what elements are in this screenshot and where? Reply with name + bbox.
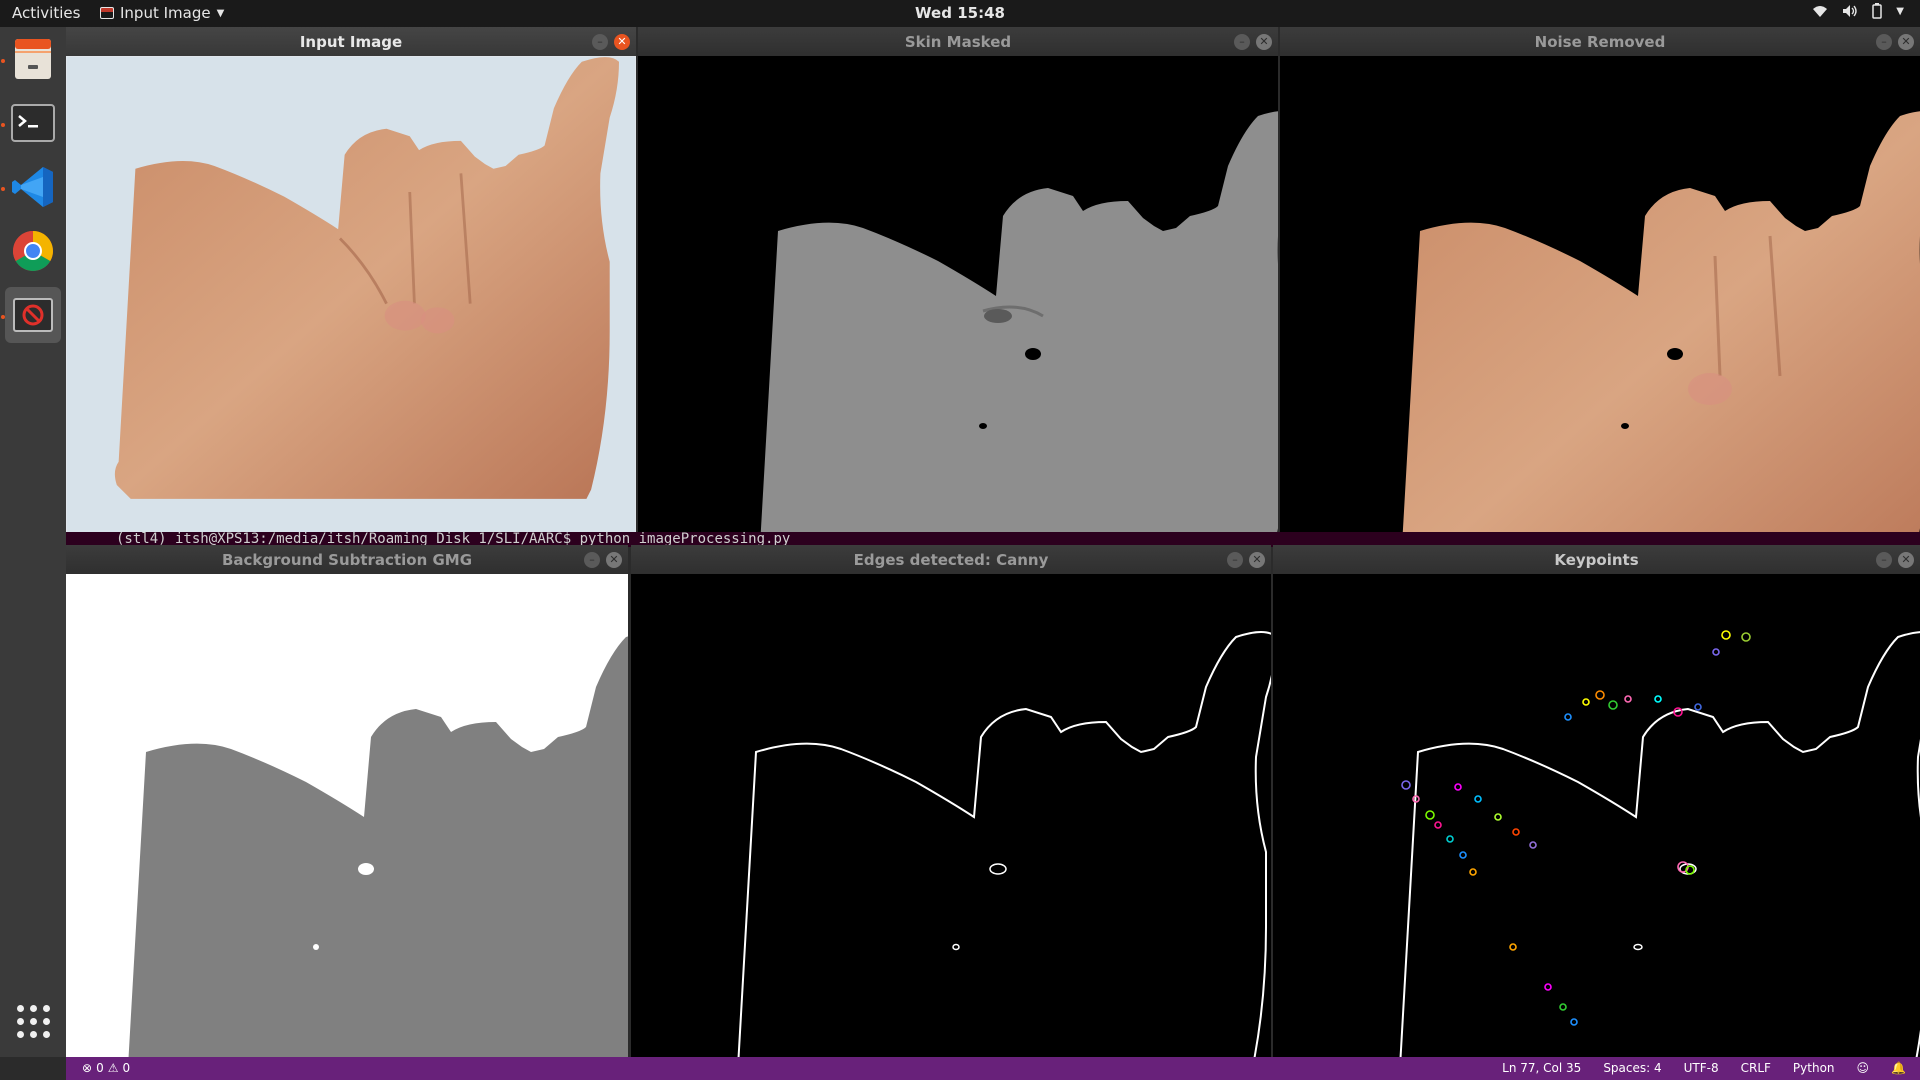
system-tray[interactable]: ▼	[1812, 3, 1904, 19]
dock-vscode[interactable]	[5, 159, 61, 215]
cursor-position[interactable]: Ln 77, Col 35	[1502, 1061, 1581, 1075]
dock-terminal[interactable]	[5, 95, 61, 151]
image-canvas	[66, 56, 636, 536]
status-bar: ⊗ 0 ⚠ 0 Ln 77, Col 35 Spaces: 4 UTF-8 CR…	[66, 1057, 1920, 1080]
encoding[interactable]: UTF-8	[1684, 1061, 1719, 1075]
image-window-icon	[100, 7, 114, 19]
close-icon[interactable]: ✕	[1898, 34, 1914, 50]
dock-chrome[interactable]	[5, 223, 61, 279]
noise-removed-window[interactable]: Noise Removed – ✕	[1280, 27, 1920, 536]
image-canvas	[1280, 56, 1920, 536]
close-icon[interactable]: ✕	[1256, 34, 1272, 50]
input-image-window[interactable]: Input Image – ✕	[66, 27, 636, 536]
warning-icon: ⚠	[107, 1061, 119, 1075]
no-entry-icon	[13, 298, 53, 332]
volume-icon[interactable]	[1842, 4, 1858, 18]
minimize-icon[interactable]: –	[592, 34, 608, 50]
skin-masked-window[interactable]: Skin Masked – ✕	[638, 27, 1278, 536]
battery-icon[interactable]	[1872, 3, 1883, 19]
window-title[interactable]: Edges detected: Canny	[631, 545, 1271, 574]
minimize-icon[interactable]: –	[1227, 552, 1243, 568]
close-icon[interactable]: ✕	[614, 34, 630, 50]
app-menu-label: Input Image	[120, 4, 211, 22]
image-canvas	[631, 574, 1271, 1057]
vscode-icon	[12, 167, 53, 207]
minimize-icon[interactable]: –	[1876, 34, 1892, 50]
indentation[interactable]: Spaces: 4	[1603, 1061, 1661, 1075]
background-subtraction-window[interactable]: Background Subtraction GMG – ✕	[66, 545, 628, 1057]
show-applications-icon[interactable]	[17, 1005, 51, 1039]
power-menu-icon[interactable]: ▼	[1896, 6, 1904, 17]
close-icon[interactable]: ✕	[606, 552, 622, 568]
minimize-icon[interactable]: –	[1876, 552, 1892, 568]
line-ending[interactable]: CRLF	[1741, 1061, 1771, 1075]
minimize-icon[interactable]: –	[584, 552, 600, 568]
window-title[interactable]: Skin Masked	[638, 27, 1278, 56]
activities-button[interactable]: Activities	[12, 4, 80, 22]
close-icon[interactable]: ✕	[1898, 552, 1914, 568]
terminal-icon	[11, 104, 55, 142]
feedback-icon[interactable]: ☺	[1857, 1061, 1870, 1075]
file-cabinet-icon	[15, 39, 51, 79]
wifi-icon[interactable]	[1812, 4, 1828, 18]
dock-files[interactable]	[5, 31, 61, 87]
top-panel: Activities Input Image ▼ Wed 15:48 ▼	[0, 0, 1920, 27]
image-canvas	[638, 56, 1278, 536]
dock	[0, 27, 66, 1057]
warning-count: 0	[122, 1061, 131, 1075]
error-icon: ⊗	[82, 1061, 93, 1075]
image-canvas	[1273, 574, 1920, 1057]
bell-icon[interactable]: 🔔	[1891, 1061, 1906, 1075]
window-title[interactable]: Noise Removed	[1280, 27, 1920, 56]
chrome-icon	[13, 231, 53, 271]
error-count: 0	[96, 1061, 104, 1075]
minimize-icon[interactable]: –	[1234, 34, 1250, 50]
language-mode[interactable]: Python	[1793, 1061, 1835, 1075]
keypoints-window[interactable]: Keypoints – ✕	[1273, 545, 1920, 1057]
canny-edges-window[interactable]: Edges detected: Canny – ✕	[631, 545, 1271, 1057]
window-title[interactable]: Background Subtraction GMG	[66, 545, 628, 574]
app-menu[interactable]: Input Image ▼	[100, 4, 224, 22]
clock[interactable]: Wed 15:48	[0, 4, 1920, 22]
chevron-down-icon: ▼	[216, 7, 225, 19]
problems-indicator[interactable]: ⊗ 0 ⚠ 0	[82, 1061, 130, 1075]
window-title[interactable]: Input Image	[66, 27, 636, 56]
dock-image-viewer[interactable]	[5, 287, 61, 343]
image-canvas	[66, 574, 628, 1057]
close-icon[interactable]: ✕	[1249, 552, 1265, 568]
window-title[interactable]: Keypoints	[1273, 545, 1920, 574]
